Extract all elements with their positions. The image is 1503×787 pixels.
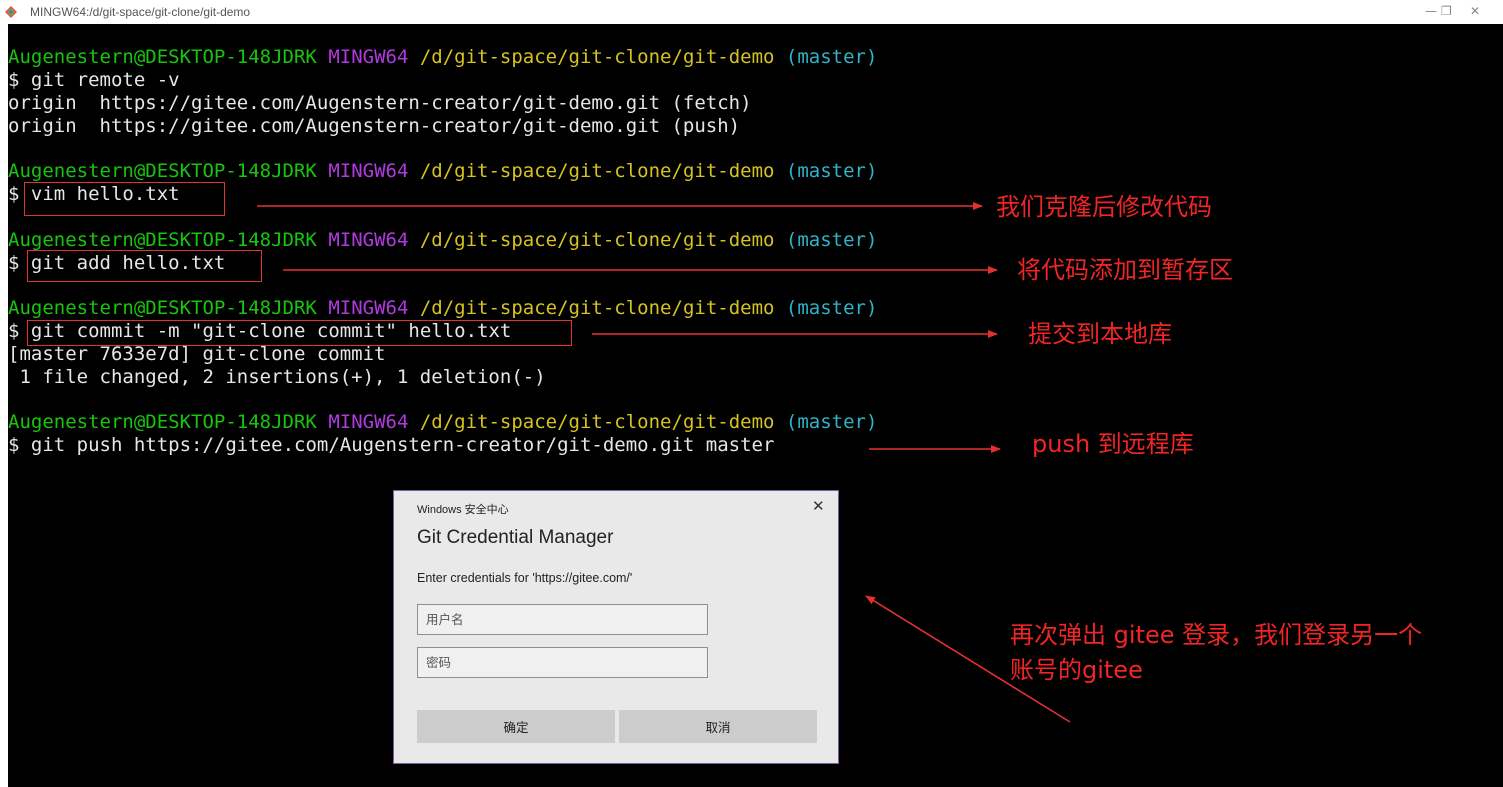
dialog-heading: Git Credential Manager — [417, 527, 614, 548]
dialog-prompt: Enter credentials for 'https://gitee.com… — [417, 571, 633, 585]
credential-dialog: Windows 安全中心 ✕ Git Credential Manager En… — [393, 490, 839, 764]
annotation-push-remote: push 到远程库 — [1032, 430, 1194, 458]
dialog-caption: Windows 安全中心 — [417, 504, 509, 516]
password-input[interactable] — [417, 647, 708, 678]
annotation-add-stage: 将代码添加到暂存区 — [1017, 256, 1233, 284]
dialog-close-button[interactable]: ✕ — [812, 497, 825, 515]
annotation-clone-modify: 我们克隆后修改代码 — [996, 193, 1212, 221]
annotation-commit-local: 提交到本地库 — [1028, 320, 1172, 348]
annotation-relogin-line2: 账号的gitee — [1010, 656, 1143, 684]
annotation-relogin-line1: 再次弹出 gitee 登录，我们登录另一个 — [1010, 621, 1423, 649]
ok-button[interactable]: 确定 — [417, 710, 615, 743]
cancel-button[interactable]: 取消 — [619, 710, 817, 743]
username-input[interactable] — [417, 604, 708, 635]
